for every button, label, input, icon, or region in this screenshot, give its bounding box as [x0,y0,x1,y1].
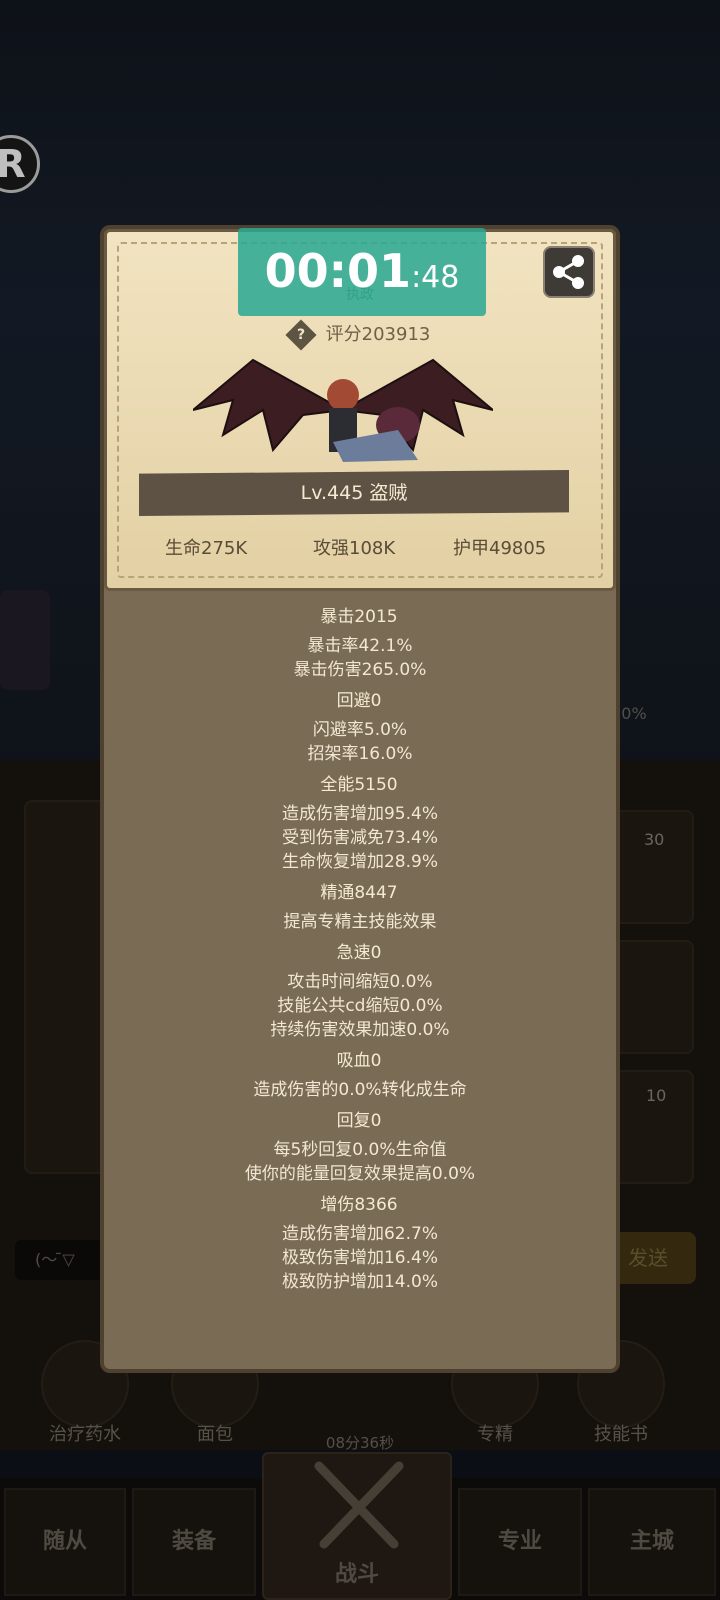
attr-header-haste: 急速0 [178,938,540,968]
attr-line: 提高专精主技能效果 [283,912,437,932]
rating-text: 评分203913 [325,324,431,345]
attr-line: 造成伤害增加62.7% [281,1224,438,1244]
attr-line: 暴击率42.1% [307,636,413,656]
attr-line: 暴击伤害265.0% [293,660,427,680]
attr-line: 使你的能量回复效果提高0.0% [244,1164,476,1184]
attr-header-crit: 暴击2015 [178,602,540,632]
share-button[interactable] [543,246,595,298]
attr-header-damage-bonus: 增伤8366 [178,1190,540,1220]
attr-line: 持续伤害效果加速0.0% [270,1020,450,1040]
timer-main-text: 00:01 [264,244,412,298]
armor-stat: 护甲49805 [453,538,547,559]
attr-line: 每5秒回复0.0%生命值 [273,1140,447,1160]
hp-stat: 生命275K [165,538,248,559]
attr-line: 造成伤害的0.0%转化成生命 [253,1080,467,1100]
attr-header-mastery: 精通8447 [178,878,540,908]
attr-line: 造成伤害增加95.4% [281,804,438,824]
attr-header-regen: 回复0 [178,1106,540,1136]
attr-line: 受到伤害减免73.4% [281,828,438,848]
attack-stat: 攻强108K [313,538,396,559]
attr-line: 攻击时间缩短0.0% [287,972,433,992]
level-class-text: Lv.445 盗贼 [300,482,408,504]
rating-row: ? 评分203913 [107,319,613,351]
share-icon [553,255,584,289]
timer-seconds-text: :48 [411,260,460,295]
attr-line: 闪避率5.0% [312,720,408,740]
attr-line: 极致防护增加14.0% [281,1272,438,1292]
attr-header-lifesteal: 吸血0 [178,1046,540,1076]
recording-timer: 00:01:48 [238,228,486,316]
character-sprite-icon [193,358,493,462]
attr-header-dodge: 回避0 [178,686,540,716]
help-icon[interactable]: ? [285,319,317,351]
attr-line: 极致伤害增加16.4% [281,1248,438,1268]
attr-line: 生命恢复增加28.9% [281,852,438,872]
attr-line: 招架率16.0% [307,744,413,764]
attr-header-versatility: 全能5150 [178,770,540,800]
attr-line: 技能公共cd缩短0.0% [277,996,443,1016]
